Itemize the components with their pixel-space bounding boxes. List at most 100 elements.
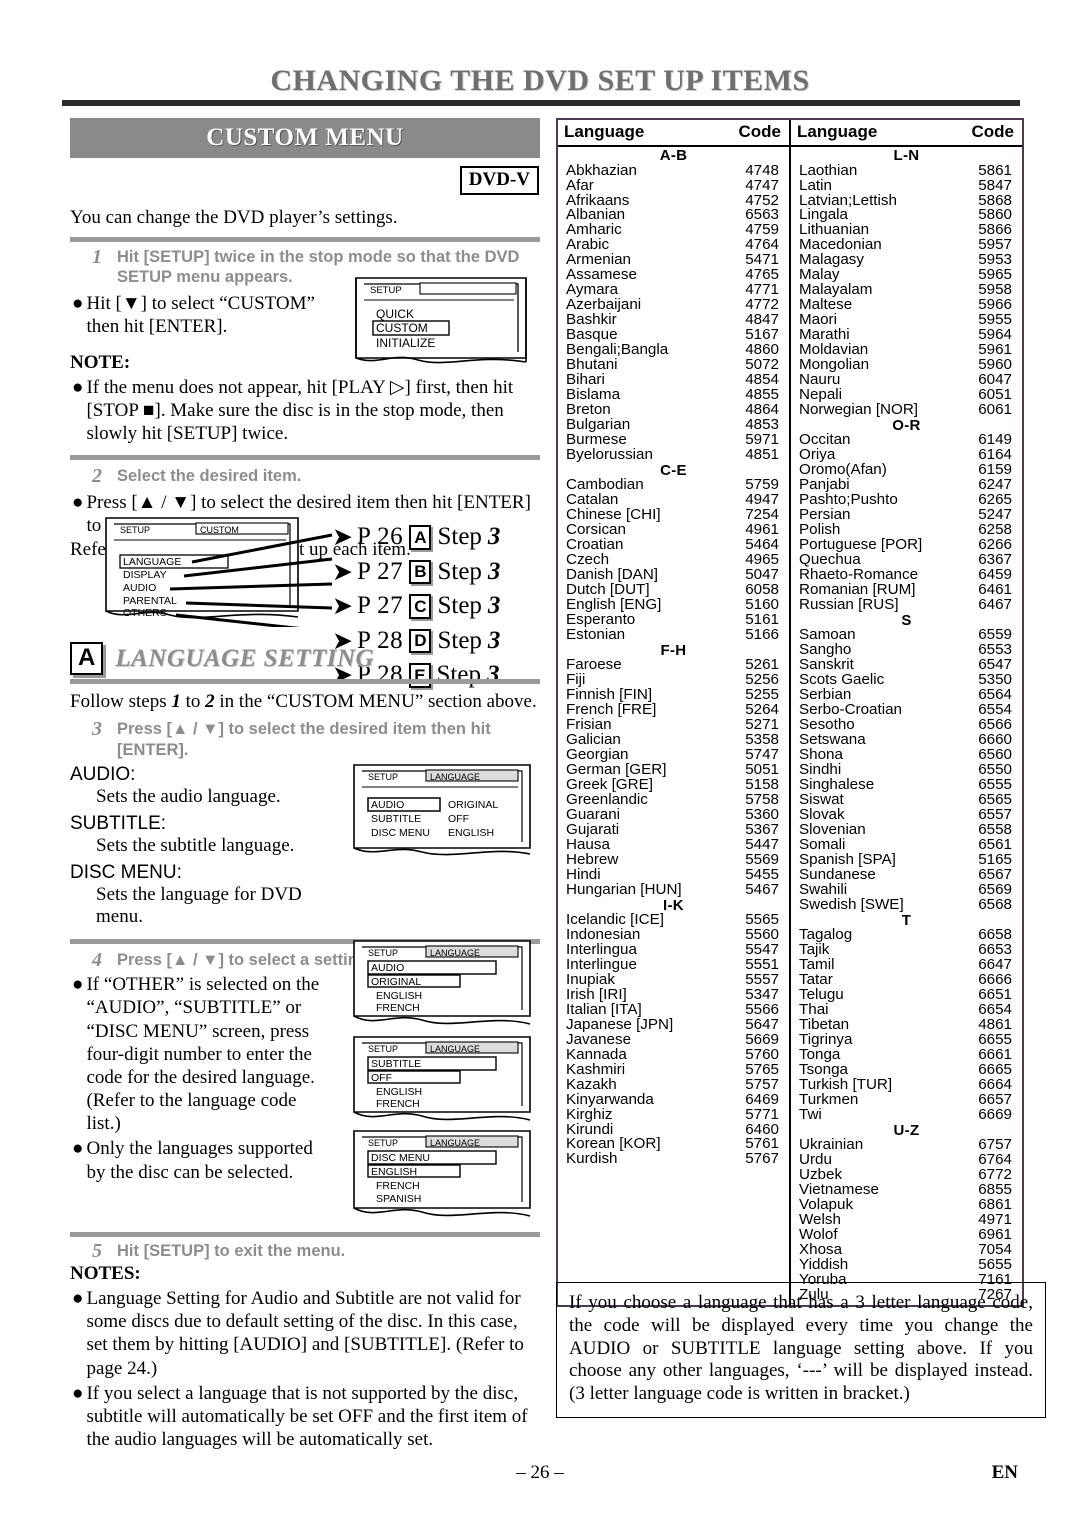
def-term-subtitle: SUBTITLE: bbox=[70, 812, 167, 834]
svg-text:LANGUAGE: LANGUAGE bbox=[430, 1044, 480, 1054]
table-row: Kurdish 5767 bbox=[558, 1150, 789, 1168]
svg-text:LANGUAGE: LANGUAGE bbox=[430, 948, 480, 958]
svg-text:ORIGINAL: ORIGINAL bbox=[448, 799, 498, 811]
language-name: Kurdish bbox=[566, 1150, 618, 1168]
step-1-number: 1 bbox=[92, 245, 102, 268]
step-3-text: Press [▲ / ▼] to select the desired item… bbox=[117, 720, 491, 759]
svg-text:DISC MENU: DISC MENU bbox=[371, 1152, 430, 1164]
step-4-number: 4 bbox=[92, 949, 102, 972]
language-name: Norwegian [NOR] bbox=[799, 400, 919, 418]
language-code-table: Language Code Language Code A-B Abkhazian… bbox=[556, 118, 1024, 1307]
svg-text:LANGUAGE: LANGUAGE bbox=[430, 772, 480, 782]
follow-post: in the “CUSTOM MENU” section above. bbox=[214, 691, 537, 712]
def-term-audio: AUDIO: bbox=[70, 764, 136, 786]
follow-steps-text: Follow steps 1 to 2 in the “CUSTOM MENU”… bbox=[70, 690, 540, 713]
header-code: Code bbox=[738, 122, 782, 141]
manual-page: CHANGING THE DVD SET UP ITEMS CUSTOM MEN… bbox=[0, 0, 1080, 1526]
step-5: 5 Hit [SETUP] to exit the menu. bbox=[92, 1241, 540, 1262]
language-name: Twi bbox=[799, 1105, 822, 1123]
follow-mid: to bbox=[180, 691, 206, 712]
osd-custom-menu: SETUP CUSTOM LANGUAGE DISPLAY AUDIO PARE… bbox=[100, 515, 340, 627]
page-ref-row: ➤ P 27 C Step 3 bbox=[332, 592, 501, 621]
divider bbox=[70, 236, 540, 242]
svg-text:SETUP: SETUP bbox=[370, 285, 402, 296]
svg-text:SETUP: SETUP bbox=[368, 948, 398, 958]
step-2-text: Select the desired item. bbox=[117, 466, 302, 485]
page-ref-row: ➤ P 26 A Step 3 bbox=[332, 523, 501, 552]
language-name: Hungarian [HUN] bbox=[566, 880, 682, 898]
follow-pre: Follow steps bbox=[70, 691, 172, 712]
bullet-dot: ● bbox=[72, 377, 84, 398]
svg-text:LANGUAGE: LANGUAGE bbox=[123, 556, 181, 568]
page-ref-letter: C bbox=[409, 594, 432, 619]
page-number: – 26 – bbox=[516, 1462, 564, 1483]
header-language: Language bbox=[797, 122, 878, 141]
language-code: 6568 bbox=[978, 895, 1012, 913]
step-5-text: Hit [SETUP] to exit the menu. bbox=[117, 1242, 346, 1260]
language-name: Swedish [SWE] bbox=[799, 895, 904, 913]
svg-text:ENGLISH: ENGLISH bbox=[376, 1086, 422, 1098]
svg-text:SETUP: SETUP bbox=[368, 772, 398, 782]
svg-text:SUBTITLE: SUBTITLE bbox=[371, 813, 421, 825]
def-desc-subtitle: Sets the subtitle language. bbox=[96, 834, 295, 856]
table-body: A-B Abkhazian 4748 Afar 4747 Afrikaans 4752 Alb… bbox=[558, 147, 1022, 1305]
note-menu-not-appear-text: If the menu does not appear, hit [PLAY ▷… bbox=[86, 377, 514, 445]
language-code: 4851 bbox=[745, 445, 779, 463]
osd-disc-menu-language-list: SETUP LANGUAGE DISC MENU ENGLISH FRENCH … bbox=[348, 1128, 544, 1232]
def-desc-disc-menu: Sets the language for DVD menu. bbox=[96, 883, 302, 928]
follow-step-1: 1 bbox=[171, 691, 181, 712]
bullet-dot: ● bbox=[72, 292, 84, 314]
language-code: 5166 bbox=[745, 625, 779, 643]
svg-text:SETUP: SETUP bbox=[368, 1138, 398, 1148]
bullet-dot: ● bbox=[72, 491, 84, 513]
divider bbox=[70, 1232, 540, 1237]
osd-subtitle-language-list: SETUP LANGUAGE SUBTITLE OFF ENGLISH FREN… bbox=[348, 1034, 544, 1134]
step-3-number: 3 bbox=[92, 718, 102, 741]
svg-text:CUSTOM: CUSTOM bbox=[200, 525, 239, 535]
svg-text:ENGLISH: ENGLISH bbox=[371, 1166, 417, 1178]
svg-text:AUDIO: AUDIO bbox=[371, 799, 404, 811]
step-2-number: 2 bbox=[92, 464, 102, 487]
svg-text:SETUP: SETUP bbox=[368, 1044, 398, 1054]
osd-audio-language-list: SETUP LANGUAGE AUDIO ORIGINAL ENGLISH FR… bbox=[348, 938, 544, 1038]
step-2: 2 Select the desired item. bbox=[92, 464, 540, 487]
follow-step-2: 2 bbox=[205, 691, 215, 712]
page-ref-num: 3 bbox=[487, 592, 501, 620]
page-ref-letter: B bbox=[409, 559, 432, 584]
section-letter-a: A bbox=[70, 642, 104, 675]
language-code: 5467 bbox=[745, 880, 779, 898]
svg-text:QUICK: QUICK bbox=[376, 307, 414, 321]
table-header-row: Language Code Language Code bbox=[558, 120, 1022, 147]
svg-text:SPANISH: SPANISH bbox=[376, 1193, 421, 1205]
svg-text:AUDIO: AUDIO bbox=[123, 582, 156, 594]
language-name: Russian [RUS] bbox=[799, 595, 899, 613]
table-column-right: L-N Laothian 5861 Latin 5847 Latvian;Lettish 5… bbox=[789, 147, 1022, 1305]
svg-text:CUSTOM: CUSTOM bbox=[376, 321, 428, 335]
header-code: Code bbox=[971, 122, 1015, 141]
svg-text:SUBTITLE: SUBTITLE bbox=[371, 1058, 421, 1070]
table-row: Swedish [SWE] 6568 bbox=[791, 895, 1022, 913]
page-ref-num: 3 bbox=[487, 557, 501, 585]
osd-setup-menu: SETUP QUICK CUSTOM INITIALIZE bbox=[348, 274, 538, 372]
page-ref-page: P 26 bbox=[356, 523, 404, 551]
step5-notes-block: 5 Hit [SETUP] to exit the menu. NOTES: ●… bbox=[70, 1232, 540, 1451]
divider bbox=[70, 679, 540, 684]
bullet-dot: ● bbox=[72, 1382, 84, 1404]
divider bbox=[70, 454, 540, 460]
page-ref-step: Step bbox=[437, 523, 482, 551]
svg-text:FRENCH: FRENCH bbox=[376, 1002, 420, 1014]
note-menu-not-appear: ● If the menu does not appear, hit [PLAY… bbox=[70, 376, 540, 446]
section-banner-custom-menu: CUSTOM MENU bbox=[70, 118, 540, 158]
section-a-title: LANGUAGE SETTING bbox=[115, 644, 375, 672]
dvd-v-badge: DVD-V bbox=[459, 166, 539, 195]
table-row: Twi 6669 bbox=[791, 1105, 1022, 1123]
svg-text:SETUP: SETUP bbox=[120, 525, 150, 535]
notes-heading: NOTES: bbox=[70, 1263, 141, 1284]
page-ref-step: Step bbox=[437, 557, 482, 585]
svg-text:AUDIO: AUDIO bbox=[371, 962, 404, 974]
svg-text:INITIALIZE: INITIALIZE bbox=[376, 336, 435, 350]
svg-text:FRENCH: FRENCH bbox=[376, 1180, 420, 1192]
table-row: Russian [RUS] 6467 bbox=[791, 595, 1022, 613]
page-ref-page: P 27 bbox=[356, 592, 404, 620]
svg-text:FRENCH: FRENCH bbox=[376, 1098, 420, 1110]
